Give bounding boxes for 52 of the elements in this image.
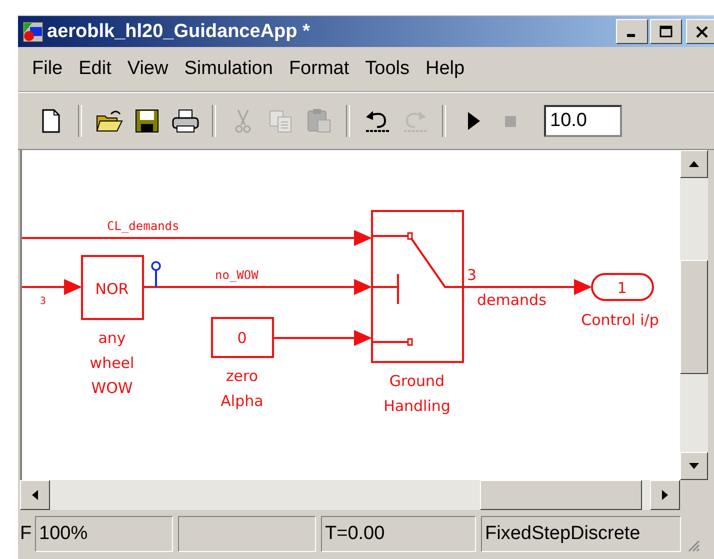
close-icon (695, 24, 709, 38)
printer-icon (171, 107, 199, 135)
status-text: F (20, 522, 30, 546)
logic-block[interactable] (81, 255, 144, 320)
status-text: T=0.00 (321, 516, 476, 552)
app-icon (22, 20, 44, 42)
scroll-thumb[interactable] (480, 480, 642, 510)
minimize-icon (626, 34, 634, 37)
scroll-right-button[interactable] (650, 480, 680, 510)
up-arrow-icon (688, 160, 700, 168)
menu-item[interactable]: Simulation (176, 56, 281, 82)
clipboard-icon (305, 107, 333, 135)
down-arrow-icon (688, 462, 700, 470)
maximize-button[interactable] (650, 19, 682, 44)
block-label: zero Alpha (220, 367, 264, 410)
scroll-up-button[interactable] (680, 150, 708, 178)
scroll-down-button[interactable] (680, 452, 708, 480)
vertical-scrollbar[interactable] (680, 150, 708, 480)
signal-label: CL_demands (107, 219, 180, 233)
outport-block[interactable] (591, 273, 654, 301)
menu-item[interactable]: Help (417, 56, 473, 82)
signal-width-label: 3 (40, 296, 46, 307)
window-title: aeroblk_hl20_GuidanceApp * (47, 20, 311, 42)
block-text: 1 (617, 279, 627, 297)
right-arrow-icon (661, 489, 669, 501)
minimize-button[interactable] (616, 19, 648, 44)
block-text: NOR (95, 280, 129, 298)
menu-item[interactable]: File (24, 56, 71, 82)
close-button[interactable] (686, 19, 714, 44)
port-width-label: 3 (467, 266, 477, 284)
switch-block[interactable] (371, 210, 464, 363)
constant-block[interactable] (211, 317, 274, 358)
block-label: Control i/p (581, 311, 659, 329)
block-text: 0 (237, 329, 247, 347)
left-arrow-icon (31, 489, 39, 501)
scroll-thumb[interactable] (680, 260, 708, 374)
maximize-icon (659, 24, 673, 38)
menu-item[interactable]: Tools (357, 56, 418, 82)
menu-item[interactable]: View (119, 56, 176, 82)
horizontal-scrollbar[interactable] (20, 480, 680, 510)
signal-line (22, 279, 82, 295)
signal-label: no_WOW (215, 268, 258, 282)
stop-time-field[interactable]: 10.0 (544, 105, 622, 137)
menu-item[interactable]: Edit (70, 56, 120, 82)
signal-label: demands (477, 291, 546, 309)
menu-item[interactable]: Format (280, 56, 358, 82)
scroll-left-button[interactable] (20, 480, 50, 510)
resize-grip-icon (686, 538, 700, 552)
block-label: any wheel WOW (90, 329, 134, 397)
block-label: Ground Handling (384, 372, 450, 415)
status-text: FixedStepDiscrete (481, 516, 681, 552)
status-text: 100% (35, 516, 173, 552)
